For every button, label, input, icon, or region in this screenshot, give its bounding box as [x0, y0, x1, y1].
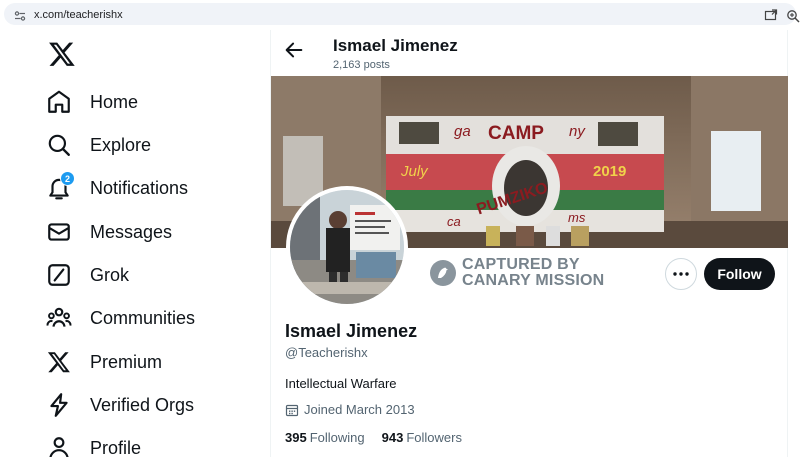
grok-icon: [44, 260, 74, 290]
banner-text: July: [400, 163, 429, 180]
profile-handle: @Teacherishx: [285, 345, 368, 360]
sidebar-item-grok[interactable]: Grok: [44, 257, 129, 293]
url-text[interactable]: x.com/teacherishx: [34, 8, 123, 22]
back-arrow-icon[interactable]: [283, 39, 305, 61]
sidebar-item-communities[interactable]: Communities: [44, 300, 195, 336]
sidebar-item-label: Grok: [90, 264, 130, 285]
watermark-line-1: CAPTURED BY: [462, 256, 580, 273]
profile-column: Ismael Jimenez 2,163 posts ga CAMP ny Ju…: [270, 30, 788, 457]
notification-badge: 2: [60, 171, 75, 186]
sidebar-item-label: Messages: [90, 221, 173, 242]
profile-name: Ismael Jimenez: [285, 321, 418, 341]
calendar-icon: [285, 404, 299, 416]
following-link[interactable]: 395 Following: [285, 430, 365, 445]
sidebar-item-label: Explore: [90, 134, 152, 155]
profile-stats: 395 Following 943 Followers: [285, 430, 479, 445]
sidebar-item-label: Home: [90, 91, 139, 112]
sidebar-item-profile[interactable]: Profile: [44, 430, 141, 457]
followers-label: Followers: [406, 430, 462, 445]
banner-text: ga: [454, 123, 471, 140]
following-count: 395: [285, 430, 307, 445]
people-icon: [44, 303, 74, 333]
banner-text: 2019: [593, 163, 626, 180]
profile-joined: Joined March 2013: [285, 402, 415, 417]
watermark-line-2: CANARY MISSION: [462, 272, 605, 289]
banner-text: ms: [568, 210, 586, 225]
more-dots-icon: [673, 272, 689, 276]
follow-button[interactable]: Follow: [704, 258, 775, 290]
canary-mission-watermark: CAPTURED BY CANARY MISSION: [429, 257, 604, 289]
zoom-icon[interactable]: [786, 9, 800, 23]
home-icon: [44, 87, 74, 117]
sidebar-item-messages[interactable]: Messages: [44, 214, 172, 250]
sidebar-item-home[interactable]: Home: [44, 84, 138, 120]
sidebar-item-label: Premium: [90, 351, 163, 372]
sidebar-item-premium[interactable]: Premium: [44, 344, 162, 380]
x-logo-icon: [44, 347, 74, 377]
watermark-text: CAPTURED BY CANARY MISSION: [462, 257, 604, 289]
address-field[interactable]: x.com/teacherishx: [4, 3, 800, 25]
sidebar-item-notifications[interactable]: 2 Notifications: [44, 170, 188, 206]
browser-address-bar: x.com/teacherishx: [0, 0, 800, 28]
person-icon: [44, 433, 74, 457]
joined-date: Joined March 2013: [304, 402, 415, 417]
banner-text: CAMP: [488, 123, 544, 144]
banner-text: ca: [447, 214, 461, 229]
following-label: Following: [309, 430, 365, 445]
banner-text: ny: [569, 123, 586, 140]
bell-icon: 2: [44, 171, 75, 203]
sidebar-item-label: Verified Orgs: [90, 394, 195, 415]
sidebar-item-label: Communities: [90, 307, 196, 328]
sidebar-item-label: Notifications: [90, 177, 189, 198]
profile-bio: Intellectual Warfare: [285, 376, 397, 391]
site-settings-icon[interactable]: [14, 10, 26, 22]
sidebar-item-label: Profile: [90, 437, 142, 457]
followers-link[interactable]: 943 Followers: [382, 430, 462, 445]
profile-avatar[interactable]: [286, 186, 408, 308]
sidebar-item-verified-orgs[interactable]: Verified Orgs: [44, 387, 194, 423]
more-options-button[interactable]: [665, 258, 697, 290]
followers-count: 943: [381, 430, 404, 445]
header-post-count: 2,163 posts: [333, 59, 390, 71]
avatar-image: [290, 190, 404, 304]
search-icon: [44, 130, 74, 160]
canary-bird-icon: [430, 260, 456, 286]
x-logo-icon[interactable]: [48, 40, 76, 68]
install-app-icon[interactable]: [764, 9, 778, 23]
envelope-icon: [44, 217, 74, 247]
header-profile-name: Ismael Jimenez: [333, 36, 458, 55]
lightning-icon: [44, 390, 74, 420]
sidebar-item-explore[interactable]: Explore: [44, 127, 151, 163]
